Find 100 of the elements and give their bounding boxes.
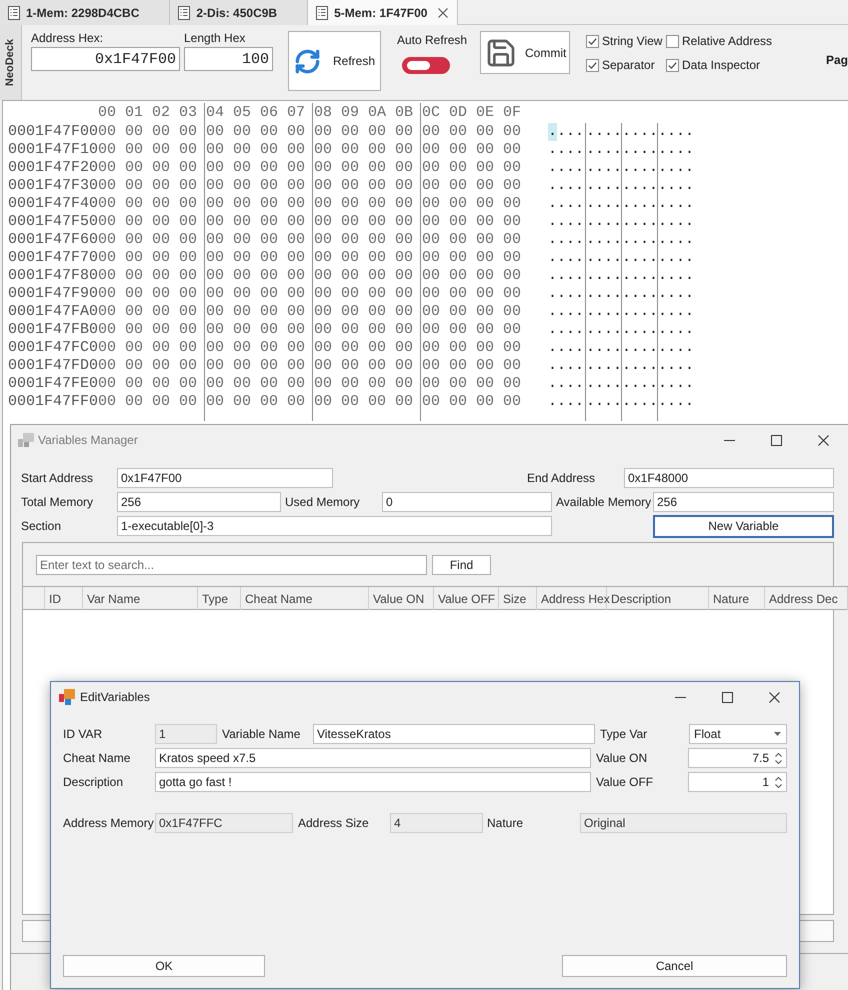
close-icon[interactable]	[438, 8, 448, 18]
document-tab[interactable]: 2-Dis: 450C9B	[170, 0, 308, 25]
hex-bytes: 00 00 00 00	[206, 159, 306, 176]
find-button[interactable]: Find	[432, 555, 491, 575]
toggle-label: Auto Refresh	[397, 33, 467, 47]
hex-bytes: 00 00 00 00	[98, 213, 198, 230]
ascii-text: ....	[586, 123, 622, 141]
cancel-button[interactable]: Cancel	[562, 955, 787, 977]
ascii-text: ....	[586, 375, 622, 393]
text-field[interactable]: 0x1F47FFC	[155, 813, 293, 833]
hex-bytes: 00 00 00 00	[422, 303, 522, 320]
text-field[interactable]: VitesseKratos	[313, 724, 595, 744]
field-label: End Address	[527, 471, 596, 485]
text-field[interactable]: Kratos speed x7.5	[155, 748, 591, 768]
dropdown[interactable]: Float	[689, 724, 787, 744]
maximize-icon[interactable]	[722, 692, 733, 702]
spin-box[interactable]: 1	[688, 772, 787, 792]
ascii-text: ....	[548, 213, 584, 231]
minimize-icon[interactable]	[675, 696, 686, 698]
checkbox[interactable]	[666, 58, 679, 72]
hex-bytes: 00 00 00 00	[98, 285, 198, 302]
refresh-button[interactable]: Refresh	[288, 31, 381, 91]
text-field[interactable]: 1	[155, 724, 217, 744]
hex-bytes: 00 00 00 00	[98, 267, 198, 284]
search-field[interactable]: Enter text to search...	[36, 555, 427, 575]
refresh-icon	[294, 48, 321, 74]
text-field[interactable]: 0	[382, 492, 552, 512]
ascii-text: ....	[658, 267, 694, 285]
down-caret-icon[interactable]	[775, 760, 782, 764]
hex-bytes: 00 00 00 00	[206, 141, 306, 158]
ascii-text: ....	[622, 375, 658, 393]
text-field[interactable]: 256	[653, 492, 834, 512]
checkbox-label[interactable]: Relative Address	[682, 32, 772, 50]
text-field[interactable]: 256	[117, 492, 281, 512]
up-caret-icon[interactable]	[775, 776, 782, 780]
hex-bytes: 00 00 00 00	[206, 357, 306, 374]
checkbox[interactable]	[586, 34, 599, 48]
document-tab[interactable]: 1-Mem: 2298D4CBC	[0, 0, 170, 25]
checkbox-label[interactable]: Separator	[602, 56, 655, 74]
field-label: Value OFF	[596, 775, 654, 789]
checkbox-label[interactable]: String View	[602, 32, 662, 50]
close-icon[interactable]	[818, 434, 829, 446]
hex-bytes: 00 00 00 00	[314, 267, 414, 284]
text-field[interactable]: 4	[390, 813, 483, 833]
text-field[interactable]: 1-executable[0]-3	[117, 516, 552, 536]
row-address: 0001F47F10	[8, 141, 98, 158]
row-address: 0001F47F20	[8, 159, 98, 176]
ascii-text: ....	[586, 393, 622, 411]
hex-bytes: 00 00 00 00	[206, 303, 306, 320]
toggle-switch[interactable]	[402, 57, 450, 74]
document-icon	[178, 6, 190, 20]
ascii-text: ....	[658, 303, 694, 321]
text-field[interactable]: gotta go fast !	[155, 772, 591, 792]
checkbox[interactable]	[666, 34, 679, 48]
hex-bytes: 00 00 00 00	[314, 159, 414, 176]
hex-bytes: 00 00 00 00	[422, 267, 522, 284]
checkbox-label[interactable]: Data Inspector	[682, 56, 760, 74]
ascii-text: ....	[548, 321, 584, 339]
ascii-text: ....	[586, 249, 622, 267]
hex-bytes: 00 00 00 00	[422, 213, 522, 230]
text-cursor[interactable]: .	[548, 123, 558, 141]
side-panel-tab[interactable]: NeoDeck	[0, 25, 22, 100]
document-tab[interactable]: 5-Mem: 1F47F00	[308, 0, 458, 26]
field-label: Available Memory	[556, 495, 652, 509]
row-address: 0001F47F70	[8, 249, 98, 266]
ascii-text: ....	[622, 339, 658, 357]
down-caret-icon[interactable]	[775, 784, 782, 788]
ascii-text: ...	[557, 123, 584, 141]
field-label: Address Memory	[63, 816, 154, 830]
text-field[interactable]: 0x1F47F00	[117, 468, 333, 488]
ok-button[interactable]: OK	[63, 955, 265, 977]
spin-box[interactable]: 7.5	[688, 748, 787, 768]
close-icon[interactable]	[769, 692, 780, 702]
ascii-text: ....	[622, 195, 658, 213]
ascii-text: ....	[548, 249, 584, 267]
document-icon	[316, 6, 328, 20]
up-caret-icon[interactable]	[775, 752, 782, 756]
ascii-text: ....	[586, 177, 622, 195]
hex-bytes: 00 00 00 00	[422, 321, 522, 338]
ascii-text: ....	[548, 231, 584, 249]
commit-button[interactable]: Commit	[480, 31, 570, 74]
checkbox[interactable]	[586, 58, 599, 72]
ascii-text: ....	[658, 195, 694, 213]
text-field[interactable]: Original	[580, 813, 787, 833]
text-field[interactable]: 0x1F48000	[624, 468, 834, 488]
hex-bytes: 00 00 00 00	[206, 285, 306, 302]
hex-bytes: 00 00 00 00	[206, 213, 306, 230]
hex-bytes: 00 00 00 00	[98, 249, 198, 266]
checkmark-icon	[588, 38, 597, 44]
hex-bytes: 00 00 00 00	[98, 177, 198, 194]
ascii-text: ....	[622, 141, 658, 159]
hex-bytes: 00 00 00 00	[422, 339, 522, 356]
new-variable-button[interactable]: New Variable	[653, 514, 834, 538]
hex-bytes: 00 00 00 00	[206, 267, 306, 284]
row-address: 0001F47FB0	[8, 321, 98, 338]
hex-bytes: 00 00 00 00	[206, 393, 306, 410]
address-field[interactable]: 0x1F47F00	[31, 47, 180, 71]
length-field[interactable]: 100	[184, 47, 273, 71]
maximize-icon[interactable]	[771, 434, 782, 446]
hex-bytes: 00 00 00 00	[314, 285, 414, 302]
